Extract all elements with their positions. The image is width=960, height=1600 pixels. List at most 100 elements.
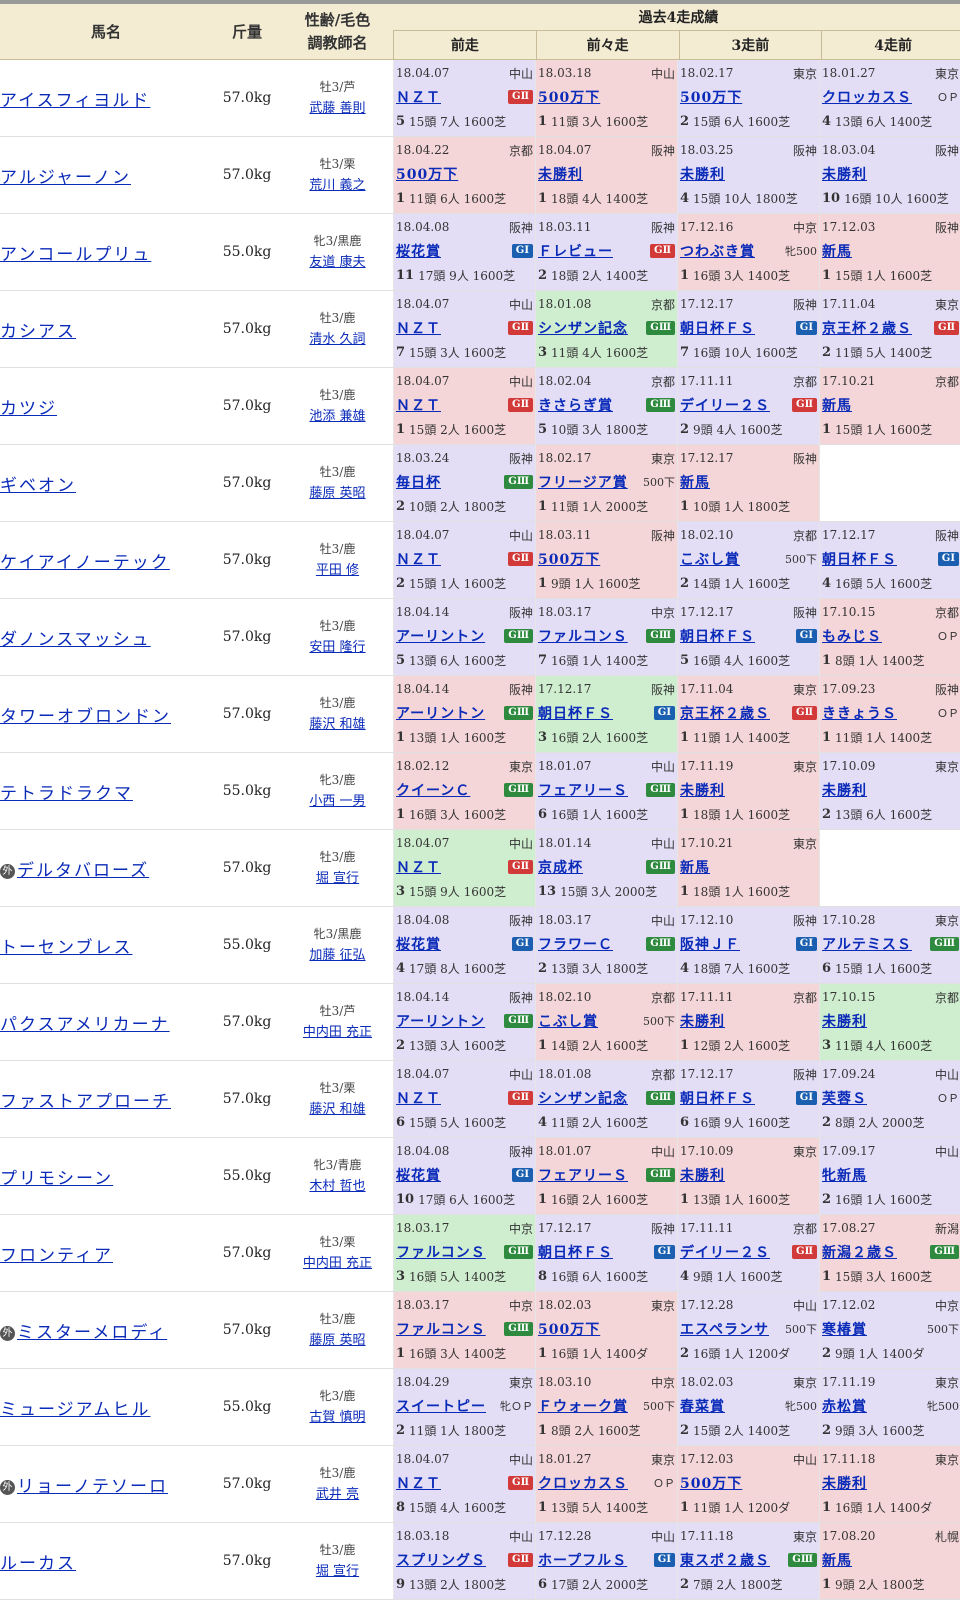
race-name-link[interactable]: 500万下 xyxy=(680,1473,742,1493)
race-name-link[interactable]: 京王杯２歳Ｓ xyxy=(680,703,770,723)
trainer-link[interactable]: 清水 久詞 xyxy=(309,329,365,351)
race-name-link[interactable]: デイリー２Ｓ xyxy=(680,395,770,415)
trainer-link[interactable]: 安田 隆行 xyxy=(309,637,365,659)
horse-name-link[interactable]: 外リョーノテソーロ xyxy=(0,1472,168,1497)
horse-name-link[interactable]: パクスアメリカーナ xyxy=(0,1010,170,1035)
race-name-link[interactable]: 春菜賞 xyxy=(680,1396,725,1416)
horse-name-link[interactable]: 外デルタバローズ xyxy=(0,856,149,881)
race-name-link[interactable]: 500万下 xyxy=(680,87,742,107)
race-name-link[interactable]: 毎日杯 xyxy=(396,472,441,492)
trainer-link[interactable]: 池添 兼雄 xyxy=(309,406,365,428)
horse-name-link[interactable]: アンコールプリュ xyxy=(0,240,151,265)
trainer-link[interactable]: 堀 宣行 xyxy=(316,1561,359,1583)
race-name-link[interactable]: 未勝利 xyxy=(822,1011,867,1031)
race-name-link[interactable]: ファルコンＳ xyxy=(396,1242,486,1262)
race-name-link[interactable]: アーリントン xyxy=(396,626,485,646)
trainer-link[interactable]: 武藤 善則 xyxy=(309,98,365,120)
race-name-link[interactable]: スイートピー xyxy=(396,1396,486,1416)
horse-name-link[interactable]: タワーオブロンドン xyxy=(0,702,171,727)
trainer-link[interactable]: 藤原 英昭 xyxy=(309,483,365,505)
race-name-link[interactable]: ききょうＳ xyxy=(822,703,897,723)
horse-name-link[interactable]: フロンティア xyxy=(0,1241,113,1266)
race-name-link[interactable]: 未勝利 xyxy=(822,164,867,184)
race-name-link[interactable]: 500万下 xyxy=(538,87,600,107)
race-name-link[interactable]: ホープフルＳ xyxy=(538,1550,627,1570)
race-name-link[interactable]: 桜花賞 xyxy=(396,934,441,954)
race-name-link[interactable]: 未勝利 xyxy=(822,780,867,800)
race-name-link[interactable]: Ｆウォーク賞 xyxy=(538,1396,628,1416)
race-name-link[interactable]: ＮＺＴ xyxy=(396,395,441,415)
race-name-link[interactable]: アルテミスＳ xyxy=(822,934,912,954)
race-name-link[interactable]: フェアリーＳ xyxy=(538,1165,628,1185)
race-name-link[interactable]: クロッカスＳ xyxy=(822,87,912,107)
race-name-link[interactable]: ＮＺＴ xyxy=(396,87,441,107)
horse-name-link[interactable]: ルーカス xyxy=(0,1549,76,1574)
race-name-link[interactable]: 500万下 xyxy=(396,164,458,184)
race-name-link[interactable]: シンザン記念 xyxy=(538,318,628,338)
race-name-link[interactable]: 新馬 xyxy=(822,1550,852,1570)
horse-name-link[interactable]: 外ミスターメロディ xyxy=(0,1318,167,1343)
race-name-link[interactable]: こぶし賞 xyxy=(538,1011,598,1031)
trainer-link[interactable]: 中内田 充正 xyxy=(303,1022,372,1044)
race-name-link[interactable]: 朝日杯ＦＳ xyxy=(680,1088,755,1108)
horse-name-link[interactable]: ファストアプローチ xyxy=(0,1087,171,1112)
trainer-link[interactable]: 小西 一男 xyxy=(309,791,365,813)
race-name-link[interactable]: クロッカスＳ xyxy=(538,1473,628,1493)
race-name-link[interactable]: 500万下 xyxy=(538,1319,600,1339)
race-name-link[interactable]: 東スポ２歳Ｓ xyxy=(680,1550,770,1570)
race-name-link[interactable]: 寒椿賞 xyxy=(822,1319,867,1339)
horse-name-link[interactable]: カツジ xyxy=(0,394,57,419)
race-name-link[interactable]: デイリー２Ｓ xyxy=(680,1242,770,1262)
trainer-link[interactable]: 藤原 英昭 xyxy=(309,1330,365,1352)
race-name-link[interactable]: 朝日杯ＦＳ xyxy=(822,549,897,569)
race-name-link[interactable]: ＮＺＴ xyxy=(396,857,441,877)
race-name-link[interactable]: きさらぎ賞 xyxy=(538,395,613,415)
race-name-link[interactable]: ファルコンＳ xyxy=(396,1319,486,1339)
trainer-link[interactable]: 友道 康夫 xyxy=(309,252,365,274)
race-name-link[interactable]: ＮＺＴ xyxy=(396,318,441,338)
race-name-link[interactable]: 新馬 xyxy=(680,857,710,877)
race-name-link[interactable]: 牝新馬 xyxy=(822,1165,867,1185)
trainer-link[interactable]: 藤沢 和雄 xyxy=(309,714,365,736)
race-name-link[interactable]: ＮＺＴ xyxy=(396,1473,441,1493)
race-name-link[interactable]: 新馬 xyxy=(822,241,852,261)
trainer-link[interactable]: 平田 修 xyxy=(316,560,359,582)
race-name-link[interactable]: 芙蓉Ｓ xyxy=(822,1088,867,1108)
race-name-link[interactable]: 朝日杯ＦＳ xyxy=(538,1242,613,1262)
race-name-link[interactable]: フェアリーＳ xyxy=(538,780,628,800)
trainer-link[interactable]: 加藤 征弘 xyxy=(309,945,365,967)
trainer-link[interactable]: 荒川 義之 xyxy=(309,175,365,197)
race-name-link[interactable]: 京成杯 xyxy=(538,857,583,877)
race-name-link[interactable]: 桜花賞 xyxy=(396,241,441,261)
horse-name-link[interactable]: ミュージアムヒル xyxy=(0,1395,150,1420)
race-name-link[interactable]: もみじＳ xyxy=(822,626,882,646)
race-name-link[interactable]: 未勝利 xyxy=(680,1011,725,1031)
race-name-link[interactable]: 未勝利 xyxy=(680,780,725,800)
trainer-link[interactable]: 中内田 充正 xyxy=(303,1253,372,1275)
race-name-link[interactable]: エスペランサ xyxy=(680,1319,769,1339)
race-name-link[interactable]: 新馬 xyxy=(680,472,710,492)
race-name-link[interactable]: アーリントン xyxy=(396,703,485,723)
race-name-link[interactable]: クイーンＣ xyxy=(396,780,470,800)
race-name-link[interactable]: 朝日杯ＦＳ xyxy=(538,703,613,723)
horse-name-link[interactable]: ケイアイノーテック xyxy=(0,548,170,573)
race-name-link[interactable]: 赤松賞 xyxy=(822,1396,867,1416)
race-name-link[interactable]: ファルコンＳ xyxy=(538,626,628,646)
horse-name-link[interactable]: ダノンスマッシュ xyxy=(0,625,151,650)
race-name-link[interactable]: 新馬 xyxy=(822,395,852,415)
race-name-link[interactable]: 未勝利 xyxy=(822,1473,867,1493)
race-name-link[interactable]: 朝日杯ＦＳ xyxy=(680,626,755,646)
trainer-link[interactable]: 古賀 慎明 xyxy=(309,1407,365,1429)
race-name-link[interactable]: こぶし賞 xyxy=(680,549,740,569)
horse-name-link[interactable]: プリモシーン xyxy=(0,1164,113,1189)
trainer-link[interactable]: 藤沢 和雄 xyxy=(309,1099,365,1121)
trainer-link[interactable]: 堀 宣行 xyxy=(316,868,359,890)
horse-name-link[interactable]: アルジャーノン xyxy=(0,163,131,188)
race-name-link[interactable]: スプリングＳ xyxy=(396,1550,486,1570)
race-name-link[interactable]: 桜花賞 xyxy=(396,1165,441,1185)
race-name-link[interactable]: 未勝利 xyxy=(680,1165,725,1185)
race-name-link[interactable]: Ｆレビュー xyxy=(538,241,613,261)
trainer-link[interactable]: 武井 亮 xyxy=(316,1484,359,1506)
race-name-link[interactable]: シンザン記念 xyxy=(538,1088,628,1108)
race-name-link[interactable]: ＮＺＴ xyxy=(396,549,441,569)
